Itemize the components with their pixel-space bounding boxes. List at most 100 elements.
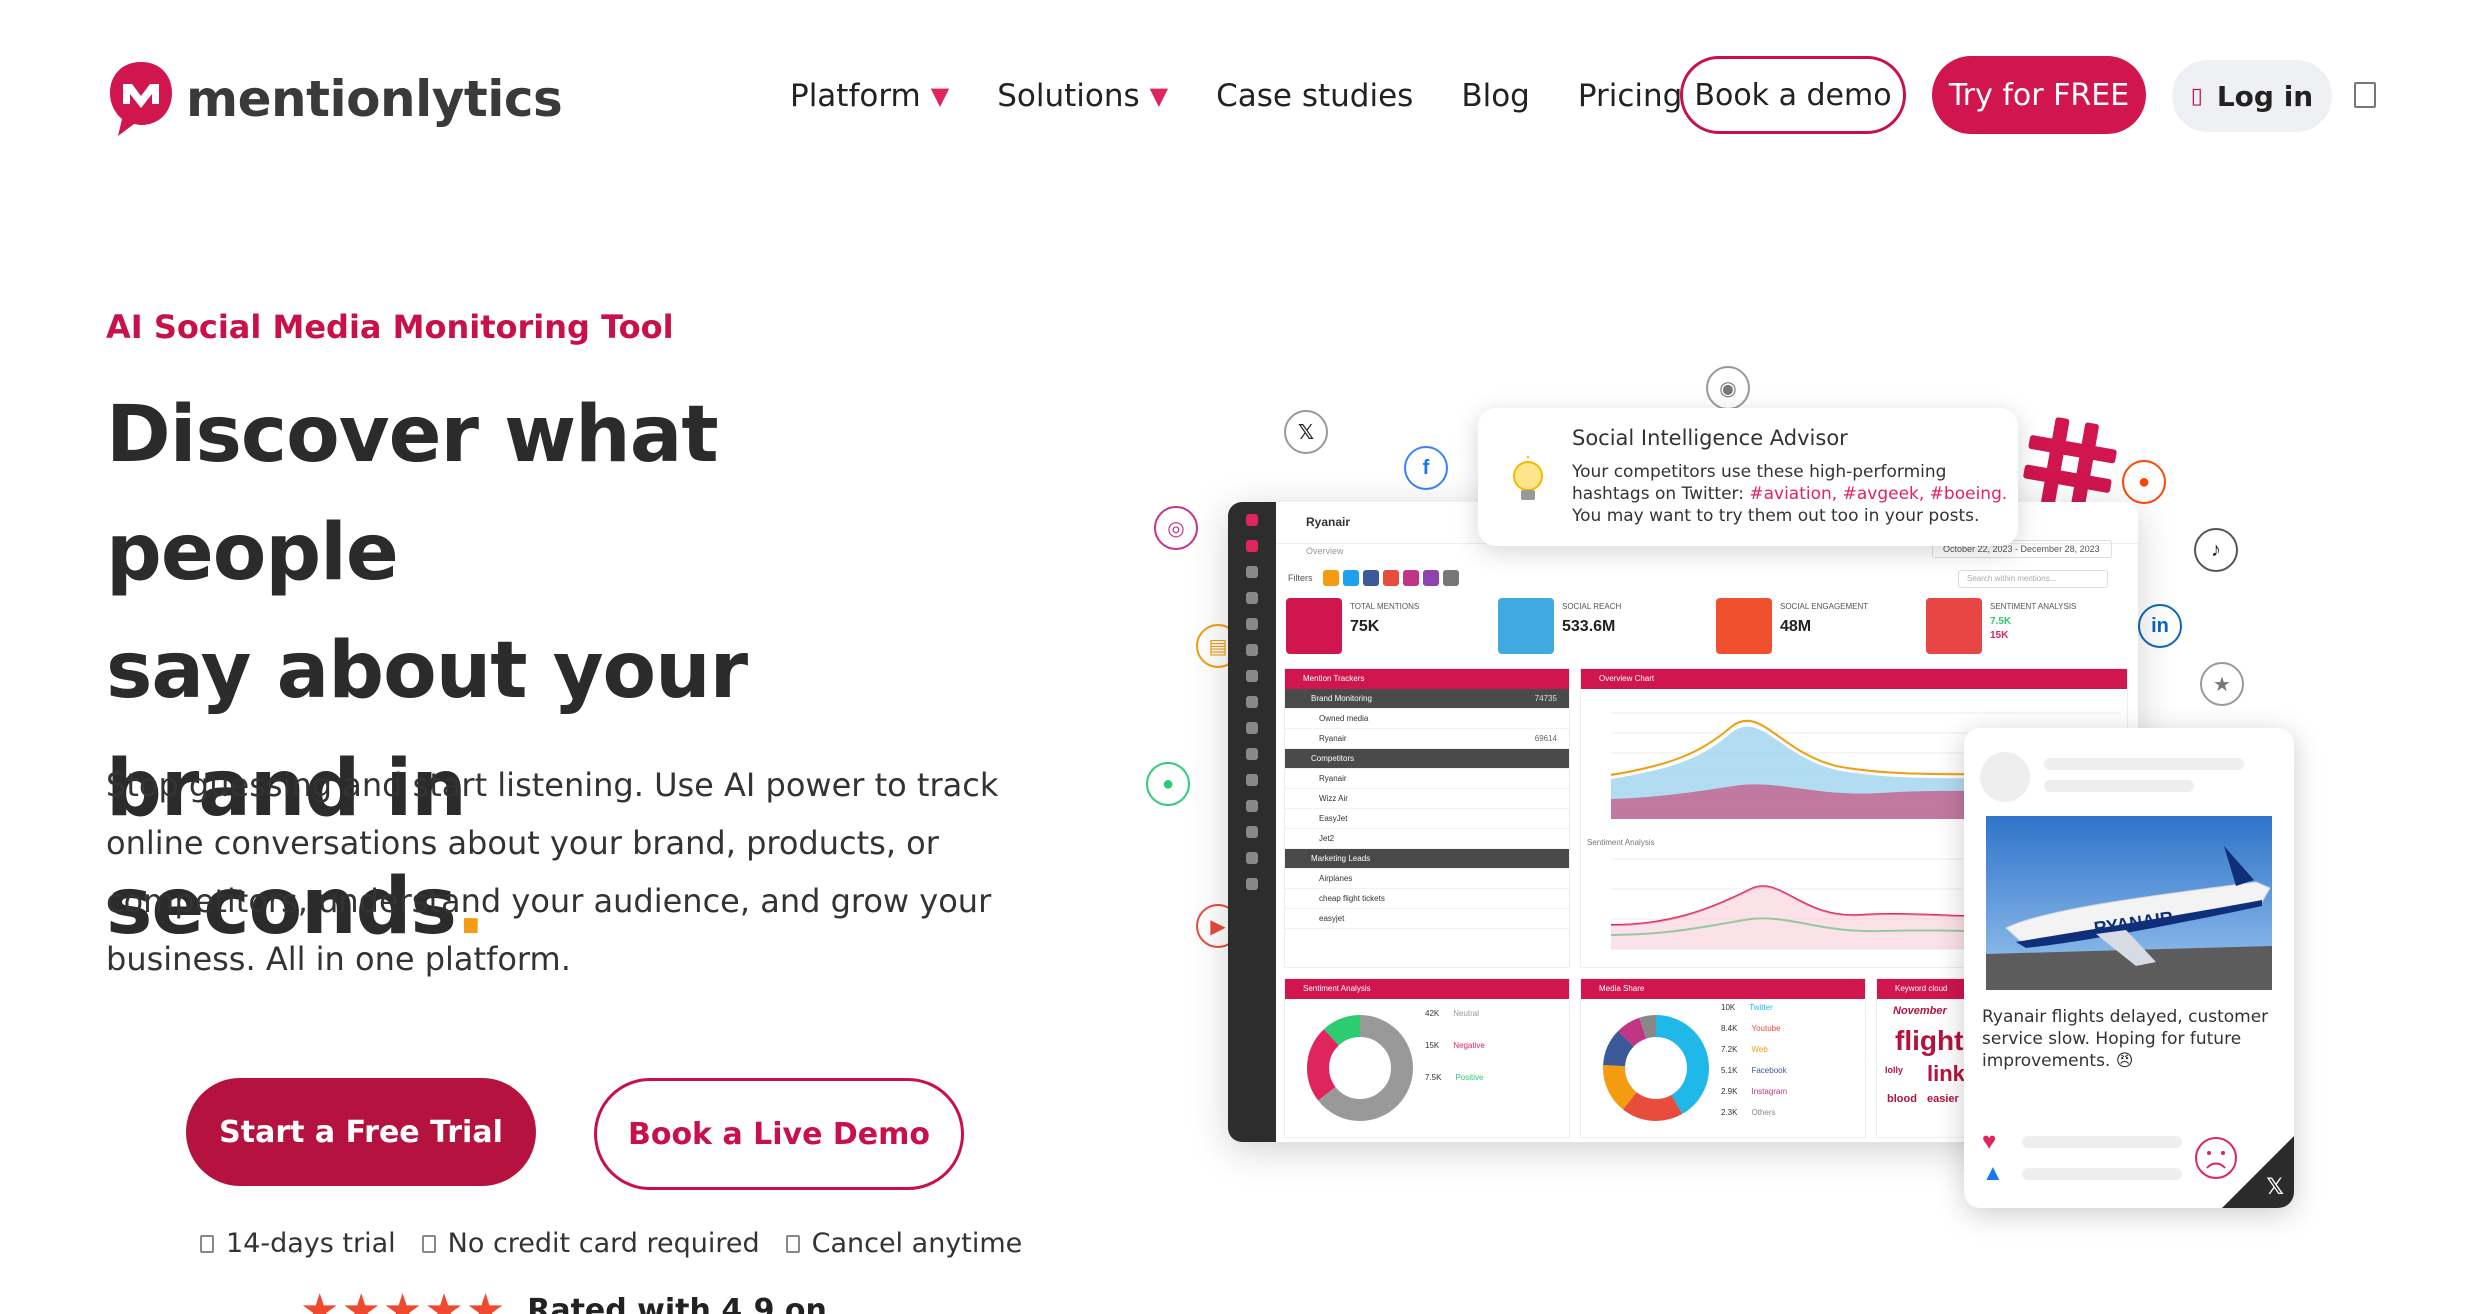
facebook-icon: f xyxy=(1404,446,1448,490)
share-icon xyxy=(1716,598,1772,654)
media-legend: 10K Twitter 8.4K Youtube 7.2K Web 5.1K Facebook… xyxy=(1721,1003,1787,1129)
perk-label: No credit card required xyxy=(447,1228,760,1259)
thumbs-up-icon: ▲ xyxy=(1982,1160,2004,1185)
check-icon xyxy=(200,1234,214,1253)
keyword: blood xyxy=(1887,1093,1917,1105)
dashboard-search-input[interactable]: Search within mentions... xyxy=(1958,570,2108,588)
tracker-row[interactable]: cheap flight tickets xyxy=(1285,889,1569,909)
tracker-row[interactable]: Airplanes xyxy=(1285,869,1569,889)
advisor-line-3: You may want to try them out too in your… xyxy=(1572,506,1980,526)
chat-icon: ● xyxy=(1146,762,1190,806)
keyword: flight xyxy=(1895,1025,1964,1056)
legend-label: Positive xyxy=(1455,1073,1484,1082)
nav-solutions[interactable]: Solutions ▼ xyxy=(997,78,1168,114)
post-caption: Ryanair flights delayed, customer servic… xyxy=(1982,1007,2269,1071)
kpi-label: SENTIMENT ANALYSIS xyxy=(1990,602,2077,611)
tracker-row[interactable]: Brand Monitoring 74735 xyxy=(1285,689,1569,709)
kpi-label: SOCIAL ENGAGEMENT xyxy=(1780,602,1869,611)
tracker-row[interactable]: EasyJet xyxy=(1285,809,1569,829)
sidebar-logo-icon xyxy=(1246,514,1258,526)
mention-trackers-panel: Mention Trackers Brand Monitoring 74735 Ow… xyxy=(1284,668,1570,968)
book-demo-button[interactable]: Book a demo xyxy=(1680,56,1906,134)
nav-platform-label: Platform xyxy=(790,78,921,114)
star-icon: ★★★★★ xyxy=(300,1286,508,1314)
sidebar-item-icon xyxy=(1246,670,1258,682)
filter-chip-icon xyxy=(1422,570,1439,586)
kpi-label: TOTAL MENTIONS xyxy=(1350,602,1420,611)
sidebar-item-icon xyxy=(1246,592,1258,604)
podcast-icon: ◉ xyxy=(1706,366,1750,410)
kpi-social-engagement: SOCIAL ENGAGEMENT 48M xyxy=(1716,598,1922,658)
sentiment-legend: 42K Neutral 15K Negative 7.5K Positive xyxy=(1425,1009,1485,1105)
tracker-label: Jet2 xyxy=(1319,834,1335,843)
media-share-panel: Media Share 10K Twitter 8.4K Youtube 7.2K Web… xyxy=(1580,978,1866,1138)
sidebar-item-icon xyxy=(1246,774,1258,786)
sidebar-item-icon xyxy=(1246,878,1258,890)
tracker-label: Airplanes xyxy=(1319,874,1353,883)
login-button[interactable]: ▯ Log in xyxy=(2172,60,2332,132)
tracker-row[interactable]: Jet2 xyxy=(1285,829,1569,849)
tracker-label: Owned media xyxy=(1319,714,1369,723)
legend-label: Negative xyxy=(1453,1041,1485,1050)
tracker-row[interactable]: easyjet xyxy=(1285,909,1569,929)
kpi-total-mentions: TOTAL MENTIONS 75K xyxy=(1286,598,1492,658)
legend-value: 42K xyxy=(1425,1009,1440,1018)
instagram-icon: ◎ xyxy=(1154,506,1198,550)
legend-item: 7.2K Web xyxy=(1721,1045,1787,1066)
tracker-row[interactable]: Ryanair xyxy=(1285,769,1569,789)
chevron-down-icon: ▼ xyxy=(930,82,950,110)
tracker-label: cheap flight tickets xyxy=(1319,894,1385,903)
legend-item: 42K Neutral xyxy=(1425,1009,1485,1041)
nav-platform[interactable]: Platform ▼ xyxy=(790,78,949,114)
legend-value: 7.5K xyxy=(1425,1073,1442,1082)
legend-item: 8.4K Youtube xyxy=(1721,1024,1787,1045)
chevron-down-icon: ▼ xyxy=(1149,82,1169,110)
legend-value: 5.1K xyxy=(1721,1066,1738,1075)
tiktok-icon: ♪ xyxy=(2194,528,2238,572)
x-social-icon: 𝕏 xyxy=(2266,1174,2284,1199)
tracker-row[interactable]: Marketing Leads xyxy=(1285,849,1569,869)
book-live-demo-button[interactable]: Book a Live Demo xyxy=(594,1078,964,1190)
start-free-trial-button[interactable]: Start a Free Trial xyxy=(186,1078,536,1186)
panel-header: Media Share xyxy=(1581,979,1865,999)
sidebar-item-icon xyxy=(1246,826,1258,838)
sidebar-item-icon xyxy=(1246,566,1258,578)
legend-item: 5.1K Facebook xyxy=(1721,1066,1787,1087)
legend-label: Facebook xyxy=(1751,1066,1787,1075)
main-nav: Platform ▼ Solutions ▼ Case studies Blog… xyxy=(790,60,1730,132)
tracker-count: 69614 xyxy=(1534,734,1557,743)
try-free-button[interactable]: Try for FREE xyxy=(1932,56,2146,134)
tracker-label: Wizz Air xyxy=(1319,794,1348,803)
nav-pricing[interactable]: Pricing xyxy=(1578,78,1683,114)
tracker-row[interactable]: Competitors xyxy=(1285,749,1569,769)
legend-item: 2.9K Instagram xyxy=(1721,1087,1787,1108)
nav-solutions-label: Solutions xyxy=(997,78,1140,114)
hashtag-icon xyxy=(2023,417,2117,511)
kpi-sentiment: SENTIMENT ANALYSIS 7.5K 15K xyxy=(1926,598,2132,658)
panel-header: Overview Chart xyxy=(1581,669,2127,689)
tracker-row[interactable]: Wizz Air xyxy=(1285,789,1569,809)
legend-label: Twitter xyxy=(1749,1003,1773,1012)
dashboard-overview-label: Overview xyxy=(1306,546,1344,556)
perk-label: Cancel anytime xyxy=(811,1228,1023,1259)
advisor-line-1: Your competitors use these high-performi… xyxy=(1572,462,1947,482)
menu-toggle-icon[interactable] xyxy=(2354,82,2376,108)
legend-item: 15K Negative xyxy=(1425,1041,1485,1073)
review-icon: ★ xyxy=(2200,662,2244,706)
tracker-row[interactable]: Ryanair 69614 xyxy=(1285,729,1569,749)
placeholder-bar xyxy=(2044,780,2194,792)
keyword: lolly xyxy=(1885,1065,1904,1075)
tracker-row[interactable]: Owned media xyxy=(1285,709,1569,729)
user-icon: ▯ xyxy=(2190,83,2203,109)
logo[interactable]: mentionlytics xyxy=(106,58,563,140)
legend-label: Others xyxy=(1751,1108,1776,1117)
legend-value: 8.4K xyxy=(1721,1024,1738,1033)
filter-chip-icon xyxy=(1362,570,1379,586)
kpi-negative: 15K xyxy=(1990,630,2009,641)
sidebar-item-icon xyxy=(1246,748,1258,760)
nav-case-studies[interactable]: Case studies xyxy=(1216,78,1413,114)
nav-blog[interactable]: Blog xyxy=(1461,78,1530,114)
sentiment-analysis-panel: Sentiment Analysis 42K Neutral 15K Negative… xyxy=(1284,978,1570,1138)
dashboard-filters: Filters xyxy=(1288,570,1459,586)
heart-icon: ♥ xyxy=(1982,1128,1997,1155)
